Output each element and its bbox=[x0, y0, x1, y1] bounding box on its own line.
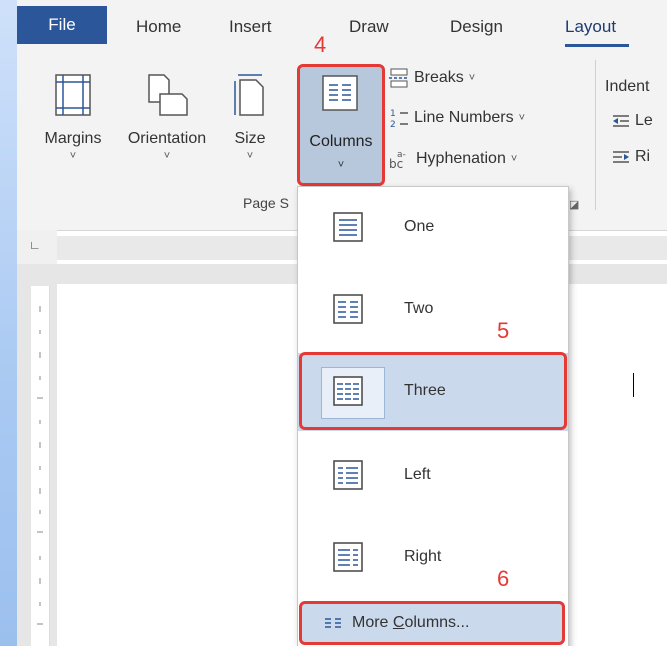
svg-text:bc: bc bbox=[389, 157, 403, 171]
text-cursor bbox=[633, 373, 634, 397]
menu-item-two[interactable]: Two bbox=[298, 269, 568, 351]
step-5-annotation: 5 bbox=[497, 318, 510, 343]
menu-item-left[interactable]: Left bbox=[298, 435, 568, 517]
chevron-down-icon: ˅ bbox=[337, 159, 345, 171]
columns-icon bbox=[322, 75, 358, 111]
margins-icon bbox=[55, 74, 91, 116]
dialog-launcher-icon[interactable]: ◪ bbox=[569, 198, 579, 211]
vertical-ruler[interactable] bbox=[31, 286, 50, 646]
vertical-ruler-ticks bbox=[37, 306, 43, 625]
left-tab-icon: ∟ bbox=[29, 238, 41, 252]
indent-right-field[interactable]: Ri bbox=[611, 148, 650, 166]
indent-left-label: Le bbox=[635, 112, 653, 129]
menu-item-label: Right bbox=[404, 548, 442, 565]
svg-text:2: 2 bbox=[390, 120, 396, 129]
right-column-icon bbox=[333, 542, 363, 572]
more-columns-access-key: C bbox=[392, 614, 405, 631]
columns-button[interactable]: Columns ˅ bbox=[297, 64, 385, 186]
chevron-down-icon: ˅ bbox=[246, 150, 254, 162]
breaks-button[interactable]: Breaks ˅ bbox=[388, 68, 475, 88]
line-numbers-label: Line Numbers bbox=[414, 109, 514, 126]
breaks-label: Breaks bbox=[414, 69, 464, 86]
hyphenation-label: Hyphenation bbox=[416, 150, 506, 167]
left-column-icon bbox=[333, 460, 363, 490]
indent-right-icon bbox=[613, 151, 629, 163]
hyphenation-button[interactable]: a- bc Hyphenation ˅ bbox=[388, 147, 517, 171]
tab-insert[interactable]: Insert bbox=[229, 17, 272, 37]
chevron-down-icon: ˅ bbox=[69, 150, 77, 162]
more-columns-label: More Columns... bbox=[352, 614, 469, 632]
tab-selector[interactable]: ∟ bbox=[17, 230, 57, 264]
more-columns-icon bbox=[325, 618, 341, 628]
orientation-icon bbox=[148, 74, 188, 116]
chevron-down-icon: ˅ bbox=[468, 72, 476, 84]
menu-item-one[interactable]: One bbox=[298, 187, 568, 269]
more-columns-label-suffix: olumns... bbox=[404, 614, 470, 631]
tab-design[interactable]: Design bbox=[450, 17, 503, 37]
step-6-annotation: 6 bbox=[497, 566, 510, 591]
size-icon bbox=[234, 74, 264, 116]
breaks-icon bbox=[389, 68, 409, 88]
svg-text:1: 1 bbox=[390, 109, 396, 119]
indent-heading: Indent bbox=[605, 78, 649, 96]
chevron-down-icon: ˅ bbox=[163, 150, 171, 162]
tab-file[interactable]: File bbox=[17, 6, 107, 44]
margins-label: Margins bbox=[44, 130, 102, 147]
step-4-annotation: 4 bbox=[314, 32, 327, 57]
active-tab-underline bbox=[565, 44, 629, 47]
one-column-icon bbox=[333, 212, 363, 242]
more-columns-label-prefix: More bbox=[352, 614, 393, 631]
two-columns-icon bbox=[333, 294, 363, 324]
line-numbers-icon: 1 2 bbox=[390, 109, 408, 129]
columns-label: Columns bbox=[309, 133, 373, 150]
more-columns-button[interactable]: More Columns... bbox=[299, 601, 565, 645]
tab-layout[interactable]: Layout bbox=[565, 17, 616, 37]
tab-draw[interactable]: Draw bbox=[349, 17, 389, 37]
orientation-button[interactable]: Orientation ˅ bbox=[115, 72, 219, 162]
chevron-down-icon: ˅ bbox=[510, 153, 518, 165]
three-highlight-box bbox=[299, 352, 567, 430]
indent-right-label: Ri bbox=[635, 148, 651, 165]
menu-item-label: Two bbox=[404, 300, 434, 317]
menu-item-label: Left bbox=[404, 466, 431, 483]
indent-left-field[interactable]: Le bbox=[611, 112, 653, 130]
tab-home[interactable]: Home bbox=[136, 17, 181, 37]
group-separator bbox=[595, 60, 596, 210]
hyphenation-icon: a- bc bbox=[389, 150, 406, 171]
line-numbers-button[interactable]: 1 2 Line Numbers ˅ bbox=[388, 107, 525, 129]
word-window: File Home Insert Draw Design Layout Marg… bbox=[17, 0, 667, 646]
page-setup-group-label: Page S bbox=[243, 195, 289, 211]
size-label: Size bbox=[234, 130, 266, 147]
menu-item-label: One bbox=[404, 218, 435, 235]
ribbon-tab-bar: File Home Insert Draw Design Layout bbox=[17, 0, 667, 50]
chevron-down-icon: ˅ bbox=[518, 112, 526, 124]
margins-button[interactable]: Margins ˅ bbox=[37, 72, 109, 162]
menu-item-right[interactable]: Right bbox=[298, 517, 568, 599]
orientation-label: Orientation bbox=[127, 130, 207, 147]
indent-label: Indent bbox=[605, 78, 650, 95]
indent-left-icon bbox=[613, 115, 629, 127]
size-button[interactable]: Size ˅ bbox=[225, 72, 275, 162]
